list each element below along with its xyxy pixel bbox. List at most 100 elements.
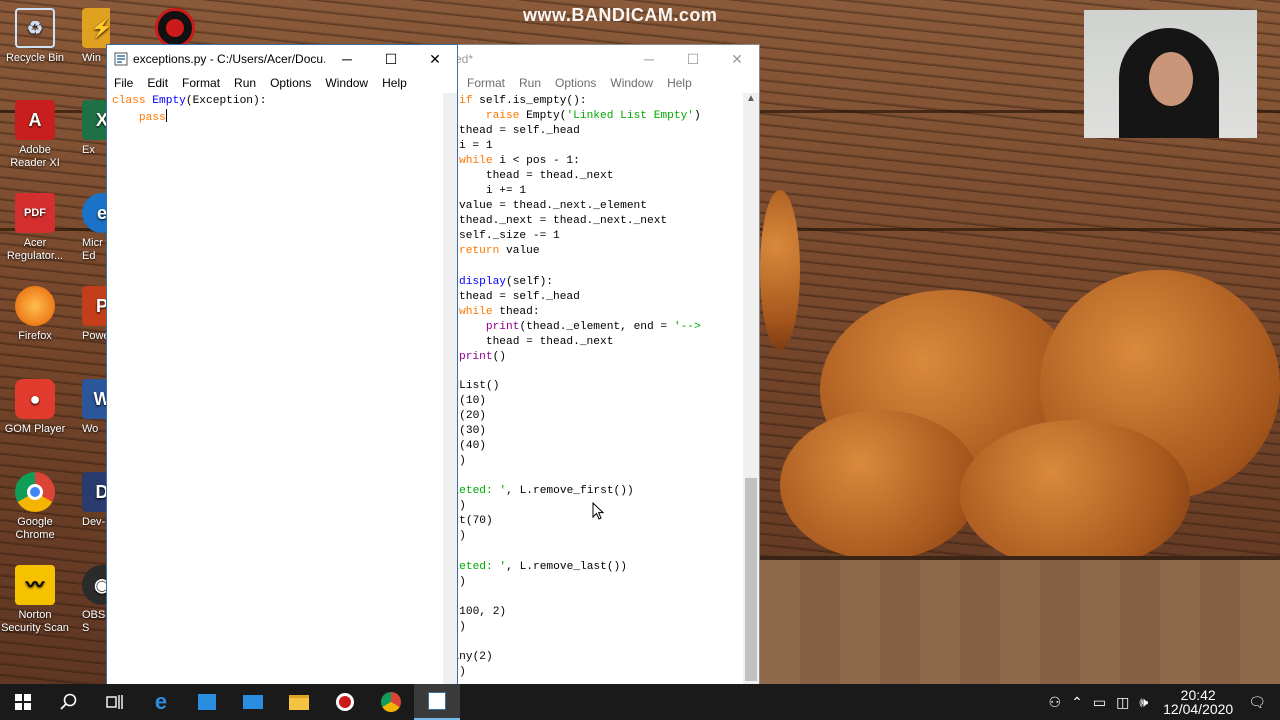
webcam-overlay <box>1084 10 1257 138</box>
chrome-icon <box>381 692 401 712</box>
menu-options[interactable]: Options <box>548 76 603 90</box>
chrome-icon <box>15 472 55 512</box>
desktop-icon-acer-regulator[interactable]: PDF Acer Regulator... <box>0 193 70 263</box>
text-cursor <box>165 109 167 123</box>
clock[interactable]: 20:42 12/04/2020 <box>1153 688 1243 716</box>
menu-edit[interactable]: Edit <box>140 76 175 90</box>
folder-icon <box>289 694 309 710</box>
taskbar-mail[interactable] <box>230 684 276 720</box>
window-titlebar[interactable]: ed* ─ ☐ ✕ <box>439 45 759 73</box>
bandicam-watermark: www.BANDICAM.com <box>523 5 718 25</box>
window-title: ed* <box>455 52 474 66</box>
scroll-up-arrow-icon[interactable]: ▲ <box>743 93 759 109</box>
firefox-icon <box>15 286 55 326</box>
code-line: thead = self._head <box>459 125 580 138</box>
code-line: value = thead._next._element <box>459 200 647 213</box>
menu-bar: Format Run Options Window Help <box>439 73 759 93</box>
task-view-button[interactable] <box>92 684 138 720</box>
desktop-icon-norton[interactable]: 〰 Norton Security Scan <box>0 565 70 635</box>
people-icon[interactable]: ⚇ <box>1044 694 1067 711</box>
menu-help[interactable]: Help <box>375 76 414 90</box>
code-line: return value <box>459 245 540 258</box>
code-line: print(thead._element, end = '--> <box>485 320 701 333</box>
taskbar-file-explorer[interactable] <box>276 684 322 720</box>
bandicam-icon <box>336 693 354 711</box>
menu-bar: File Edit Format Run Options Window Help <box>107 73 457 93</box>
gom-player-icon: ● <box>15 379 55 419</box>
code-line: thead = self._head <box>459 290 580 303</box>
adobe-reader-icon: A <box>15 100 55 140</box>
code-line: if self.is_empty(): <box>459 95 587 107</box>
taskbar-chrome[interactable] <box>368 684 414 720</box>
idle-editor-window-exceptions[interactable]: exceptions.py - C:/Users/Acer/Docu... ─ … <box>106 44 458 685</box>
code-line: self._size -= 1 <box>459 230 560 243</box>
code-line: i = 1 <box>459 140 493 153</box>
network-icon[interactable]: ◫ <box>1111 694 1134 711</box>
windows-logo-icon <box>15 694 31 710</box>
idle-editor-window-background[interactable]: ed* ─ ☐ ✕ Format Run Options Window Help… <box>438 44 760 685</box>
teddy-bear-wallpaper <box>760 190 1280 570</box>
taskbar-store[interactable] <box>184 684 230 720</box>
window-titlebar[interactable]: exceptions.py - C:/Users/Acer/Docu... ─ … <box>107 45 457 73</box>
desktop-icon-label: Recycle Bin <box>5 52 65 64</box>
minimize-button[interactable]: ─ <box>325 45 369 73</box>
menu-format[interactable]: Format <box>175 76 227 90</box>
vertical-scrollbar[interactable] <box>443 93 457 684</box>
clock-time: 20:42 <box>1180 687 1216 703</box>
minimize-button[interactable]: ─ <box>627 45 671 73</box>
menu-run[interactable]: Run <box>227 76 263 90</box>
taskbar-edge[interactable]: e <box>138 684 184 720</box>
edge-icon: e <box>154 689 168 714</box>
wooden-shelf <box>760 560 1280 684</box>
scrollbar-thumb[interactable] <box>745 478 757 681</box>
taskbar-idle[interactable] <box>414 684 460 720</box>
desktop-icon-recycle-bin[interactable]: ♻ Recycle Bin <box>0 8 70 65</box>
code-line: thead = thead._next <box>459 335 614 348</box>
code-line: raise Empty('Linked List Empty') <box>485 110 701 123</box>
battery-icon[interactable]: ▭ <box>1088 694 1111 711</box>
maximize-button[interactable]: ☐ <box>369 45 413 73</box>
code-editor-area-lower[interactable]: kedList() ast(10) ast(20) ast(30) ast(40… <box>439 379 724 684</box>
search-button[interactable] <box>46 684 92 720</box>
desktop-icon-label: Acer Regulator... <box>6 237 64 262</box>
mail-icon <box>243 695 263 709</box>
notification-icon[interactable]: 🗨 <box>1243 694 1280 711</box>
code-line: while thead: <box>459 305 540 318</box>
start-button[interactable] <box>0 684 46 720</box>
vertical-scrollbar[interactable]: ▲ <box>743 93 759 684</box>
code-line: print() <box>459 350 507 363</box>
idle-python-icon <box>428 692 446 710</box>
maximize-button[interactable]: ☐ <box>671 45 715 73</box>
code-line: while i < pos - 1: <box>459 155 580 168</box>
desktop-icon-adobe-reader[interactable]: A Adobe Reader XI <box>0 100 70 170</box>
desktop-icon-label: Norton Security Scan <box>1 609 69 634</box>
volume-icon[interactable]: 🕪 <box>1134 694 1153 711</box>
menu-help[interactable]: Help <box>660 76 699 90</box>
person-face <box>1149 52 1193 106</box>
search-icon <box>60 693 77 710</box>
menu-options[interactable]: Options <box>263 76 318 90</box>
close-button[interactable]: ✕ <box>413 45 457 73</box>
taskbar-bandicam[interactable] <box>322 684 368 720</box>
desktop-icon-google-chrome[interactable]: Google Chrome <box>0 472 70 542</box>
desktop-icon-firefox[interactable]: Firefox <box>0 286 70 343</box>
mouse-cursor-icon <box>592 502 604 520</box>
menu-file[interactable]: File <box>107 76 140 90</box>
code-line: pass <box>112 109 167 124</box>
chevron-up-icon[interactable]: ⌃ <box>1066 694 1088 711</box>
code-editor-area[interactable]: class Empty(Exception): pass <box>112 94 266 126</box>
system-tray: ⚇ ⌃ ▭ ◫ 🕪 20:42 12/04/2020 🗨 <box>1044 684 1280 720</box>
code-line: display(self): <box>459 275 553 288</box>
menu-run[interactable]: Run <box>512 76 548 90</box>
pdf-icon: PDF <box>15 193 55 233</box>
desktop-icon-gom-player[interactable]: ● GOM Player <box>0 379 70 436</box>
code-line: thead = thead._next <box>459 170 614 183</box>
recycle-bin-icon: ♻ <box>15 8 55 48</box>
close-button[interactable]: ✕ <box>715 45 759 73</box>
desktop-icon-label: Google Chrome <box>15 516 55 541</box>
taskbar: e ⚇ ⌃ ▭ ◫ 🕪 20:42 12/04/2020 🗨 <box>0 684 1280 720</box>
menu-window[interactable]: Window <box>603 76 660 90</box>
menu-window[interactable]: Window <box>318 76 375 90</box>
code-line: Deleted: ', L.remove_last()) <box>439 560 627 573</box>
bandicam-icon <box>155 8 195 48</box>
